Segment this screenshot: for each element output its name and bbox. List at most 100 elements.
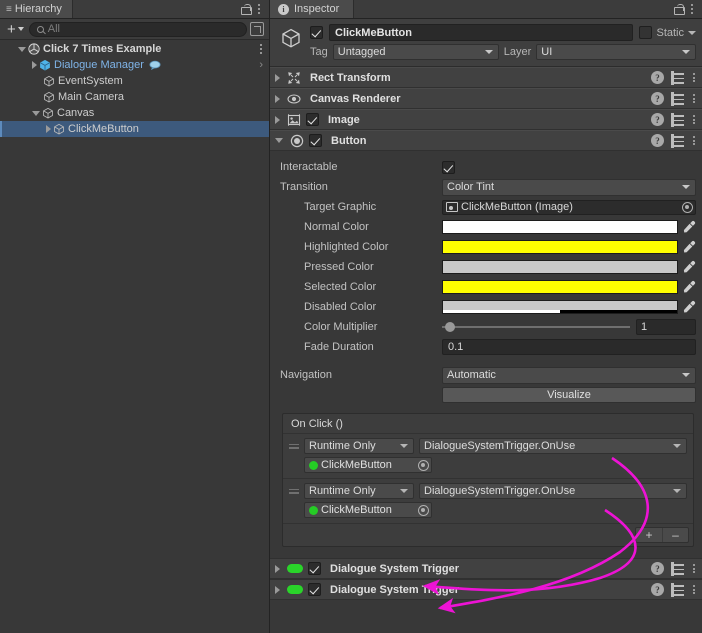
lock-icon[interactable] — [241, 3, 252, 15]
add-gameobject-button[interactable]: + — [5, 22, 26, 37]
component-header-image[interactable]: Image? — [270, 109, 702, 130]
component-menu-icon[interactable] — [691, 583, 697, 596]
help-icon[interactable]: ? — [651, 92, 664, 105]
eye-icon — [287, 93, 301, 104]
interactable-checkbox[interactable] — [442, 160, 455, 174]
expand-triangle-icon[interactable] — [46, 125, 51, 133]
chevron-down-icon — [400, 489, 408, 493]
hierarchy-menu-icon[interactable] — [256, 2, 262, 15]
hierarchy-item-label: Canvas — [57, 107, 95, 119]
slider-handle[interactable] — [445, 322, 455, 332]
component-header-canvas-renderer[interactable]: Canvas Renderer? — [270, 88, 702, 109]
color-swatch[interactable] — [442, 240, 678, 254]
component-menu-icon[interactable] — [691, 92, 697, 105]
gameobject-icon[interactable] — [276, 24, 306, 60]
hierarchy-item-dialogue-manager[interactable]: Dialogue Manager › — [0, 57, 269, 73]
eyedropper-icon[interactable] — [682, 220, 696, 234]
inspector-menu-icon[interactable] — [689, 2, 695, 15]
component-menu-icon[interactable] — [691, 71, 697, 84]
layer-dropdown[interactable]: UI — [536, 44, 696, 60]
dialogue-system-trigger-1[interactable]: Dialogue System Trigger? — [270, 579, 702, 600]
help-icon[interactable]: ? — [651, 134, 664, 147]
open-in-window-icon[interactable] — [250, 22, 264, 36]
expand-triangle-icon[interactable] — [275, 564, 280, 573]
preset-icon[interactable] — [671, 583, 684, 597]
component-enabled-checkbox[interactable] — [308, 583, 321, 596]
hierarchy-item-click-7-times-example[interactable]: Click 7 Times Example — [0, 41, 269, 57]
help-icon[interactable]: ? — [651, 562, 664, 575]
gameobject-enabled-checkbox[interactable] — [310, 26, 323, 39]
open-prefab-chevron-icon[interactable]: › — [259, 59, 263, 71]
static-checkbox[interactable] — [639, 26, 653, 39]
hierarchy-item-canvas[interactable]: Canvas — [0, 105, 269, 121]
hierarchy-item-eventsystem[interactable]: EventSystem — [0, 73, 269, 89]
help-icon[interactable]: ? — [651, 583, 664, 596]
expand-triangle-icon[interactable] — [32, 61, 37, 69]
preset-icon[interactable] — [671, 92, 684, 106]
add-event-button[interactable]: + — [636, 528, 662, 542]
hierarchy-search-input[interactable]: All — [28, 21, 247, 37]
component-menu-icon[interactable] — [691, 562, 697, 575]
color-swatch[interactable] — [442, 220, 678, 234]
object-picker-icon[interactable] — [418, 459, 429, 471]
color-swatch[interactable] — [442, 300, 678, 314]
scene-menu-icon[interactable] — [258, 42, 264, 55]
drag-handle-icon[interactable] — [289, 443, 299, 449]
collapse-triangle-icon[interactable] — [275, 138, 283, 143]
component-header-rect-transform[interactable]: Rect Transform? — [270, 67, 702, 88]
target-graphic-object-field[interactable]: ClickMeButton (Image) — [442, 199, 696, 215]
preset-icon[interactable] — [671, 71, 684, 85]
transition-dropdown[interactable]: Color Tint — [442, 178, 696, 196]
expand-triangle-icon[interactable] — [275, 94, 280, 103]
hierarchy-item-main-camera[interactable]: Main Camera — [0, 89, 269, 105]
eyedropper-icon[interactable] — [682, 240, 696, 254]
visualize-button[interactable]: Visualize — [442, 387, 696, 403]
object-picker-icon[interactable] — [682, 201, 693, 213]
gameobject-cube-icon — [43, 107, 53, 119]
preset-icon[interactable] — [671, 562, 684, 576]
color-label: Disabled Color — [304, 301, 377, 313]
on-click-entry-0-function[interactable]: DialogueSystemTrigger.OnUse — [419, 438, 687, 454]
remove-event-button[interactable]: – — [662, 528, 688, 542]
component-enabled-checkbox[interactable] — [309, 134, 322, 147]
eyedropper-icon[interactable] — [682, 280, 696, 294]
hierarchy-item-clickmebutton[interactable]: ClickMeButton — [0, 121, 269, 137]
color-swatch[interactable] — [442, 280, 678, 294]
static-dropdown-icon[interactable] — [688, 30, 696, 35]
color-multiplier-value[interactable]: 1 — [636, 319, 696, 335]
on-click-entry-0-object-field[interactable]: ClickMeButton — [304, 457, 432, 473]
expand-triangle-icon[interactable] — [275, 585, 280, 594]
on-click-entry-1-mode-dropdown[interactable]: Runtime Only — [304, 483, 414, 499]
eyedropper-icon[interactable] — [682, 300, 696, 314]
on-click-entry-1-object-field[interactable]: ClickMeButton — [304, 502, 432, 518]
component-enabled-checkbox[interactable] — [306, 113, 319, 126]
component-menu-icon[interactable] — [691, 134, 697, 147]
component-menu-icon[interactable] — [691, 113, 697, 126]
preset-icon[interactable] — [671, 134, 684, 148]
eyedropper-icon[interactable] — [682, 260, 696, 274]
mode-value: Runtime Only — [309, 440, 376, 452]
collapse-triangle-icon[interactable] — [18, 46, 26, 52]
fade-duration-input[interactable]: 0.1 — [442, 339, 696, 355]
lock-icon[interactable] — [674, 3, 685, 15]
drag-handle-icon[interactable] — [289, 488, 299, 494]
object-picker-icon[interactable] — [418, 504, 429, 516]
tag-dropdown[interactable]: Untagged — [332, 44, 499, 60]
color-swatch[interactable] — [442, 260, 678, 274]
tab-inspector[interactable]: i Inspector — [270, 0, 355, 18]
help-icon[interactable]: ? — [651, 71, 664, 84]
color-multiplier-slider[interactable] — [442, 322, 630, 332]
help-icon[interactable]: ? — [651, 113, 664, 126]
on-click-entry-1-function[interactable]: DialogueSystemTrigger.OnUse — [419, 483, 687, 499]
preset-icon[interactable] — [671, 113, 684, 127]
tab-hierarchy[interactable]: ≡ Hierarchy — [0, 0, 73, 18]
expand-triangle-icon[interactable] — [275, 73, 280, 82]
collapse-triangle-icon[interactable] — [32, 110, 40, 116]
component-header-button[interactable]: Button? — [270, 130, 702, 151]
gameobject-name-field[interactable]: ClickMeButton — [329, 24, 634, 41]
dialogue-system-trigger-0[interactable]: Dialogue System Trigger? — [270, 558, 702, 579]
navigation-dropdown[interactable]: Automatic — [442, 366, 696, 384]
expand-triangle-icon[interactable] — [275, 115, 280, 124]
component-enabled-checkbox[interactable] — [308, 562, 321, 575]
on-click-entry-0-mode-dropdown[interactable]: Runtime Only — [304, 438, 414, 454]
